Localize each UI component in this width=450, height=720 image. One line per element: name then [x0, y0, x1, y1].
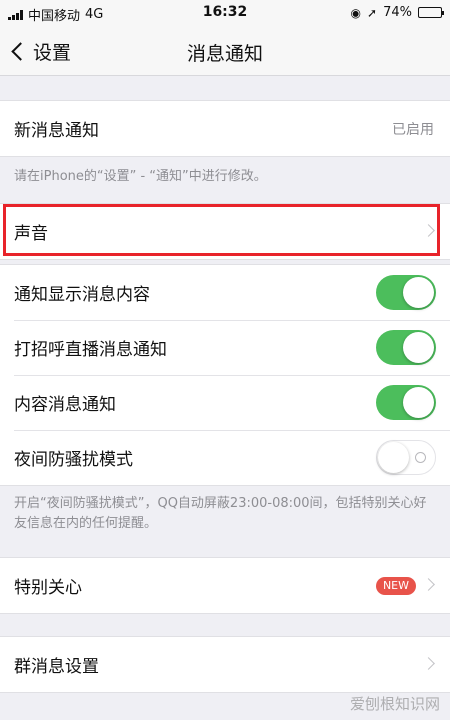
toggle-group: 通知显示消息内容 打招呼直播消息通知 内容消息通知 夜间防骚扰模式	[0, 264, 450, 486]
chevron-right-icon	[422, 657, 435, 670]
new-message-group: 新消息通知 已启用	[0, 100, 450, 157]
toggle-row-content-message: 内容消息通知	[0, 375, 450, 430]
switch-knob	[403, 332, 434, 363]
orientation-lock-icon: ◉	[350, 5, 362, 20]
group-settings-group: 群消息设置	[0, 636, 450, 693]
night-mode-switch[interactable]	[376, 440, 436, 475]
status-right: ◉ ➚ 74%	[350, 5, 444, 20]
off-indicator-icon	[415, 452, 426, 463]
show-content-switch[interactable]	[376, 275, 436, 310]
toggle-label: 通知显示消息内容	[14, 285, 150, 305]
night-mode-hint: 开启“夜间防骚扰模式”，QQ自动屏蔽23:00-08:00间，包括特别关心好友信…	[14, 496, 427, 531]
switch-knob	[403, 387, 434, 418]
content-message-switch[interactable]	[376, 385, 436, 420]
toggle-row-greeting-live: 打招呼直播消息通知	[0, 320, 450, 375]
battery-icon	[418, 7, 444, 18]
new-message-status: 已启用	[392, 121, 434, 138]
switch-knob	[378, 442, 409, 473]
toggle-row-show-content: 通知显示消息内容	[0, 265, 450, 320]
greeting-live-switch[interactable]	[376, 330, 436, 365]
sound-group: 声音	[0, 203, 450, 260]
chevron-right-icon	[422, 224, 435, 237]
watermark: 爱刨根知识网	[349, 695, 440, 713]
special-care-row[interactable]: 特别关心 NEW	[0, 558, 450, 613]
toggle-label: 内容消息通知	[14, 395, 116, 415]
toggle-label: 打招呼直播消息通知	[14, 340, 167, 360]
new-message-label: 新消息通知	[14, 121, 99, 141]
battery-percent: 74%	[383, 5, 412, 20]
sound-row[interactable]: 声音	[0, 204, 450, 259]
chevron-right-icon	[422, 578, 435, 591]
switch-knob	[403, 277, 434, 308]
location-icon: ➚	[367, 5, 378, 20]
status-bar: 中国移动 4G 16:32 ◉ ➚ 74%	[0, 0, 450, 26]
special-care-group: 特别关心 NEW	[0, 557, 450, 614]
navigation-bar: 设置 消息通知	[0, 26, 450, 76]
new-message-row[interactable]: 新消息通知 已启用	[0, 101, 450, 156]
group-settings-label: 群消息设置	[14, 657, 99, 677]
toggle-label: 夜间防骚扰模式	[14, 450, 133, 470]
page-title: 消息通知	[186, 43, 263, 65]
special-care-label: 特别关心	[14, 578, 82, 598]
new-badge: NEW	[375, 577, 416, 595]
toggle-row-night-mode: 夜间防骚扰模式	[0, 430, 450, 485]
sound-label: 声音	[14, 224, 48, 244]
system-settings-hint: 请在iPhone的“设置” - “通知”中进行修改。	[14, 169, 267, 184]
group-settings-row[interactable]: 群消息设置	[0, 637, 450, 692]
